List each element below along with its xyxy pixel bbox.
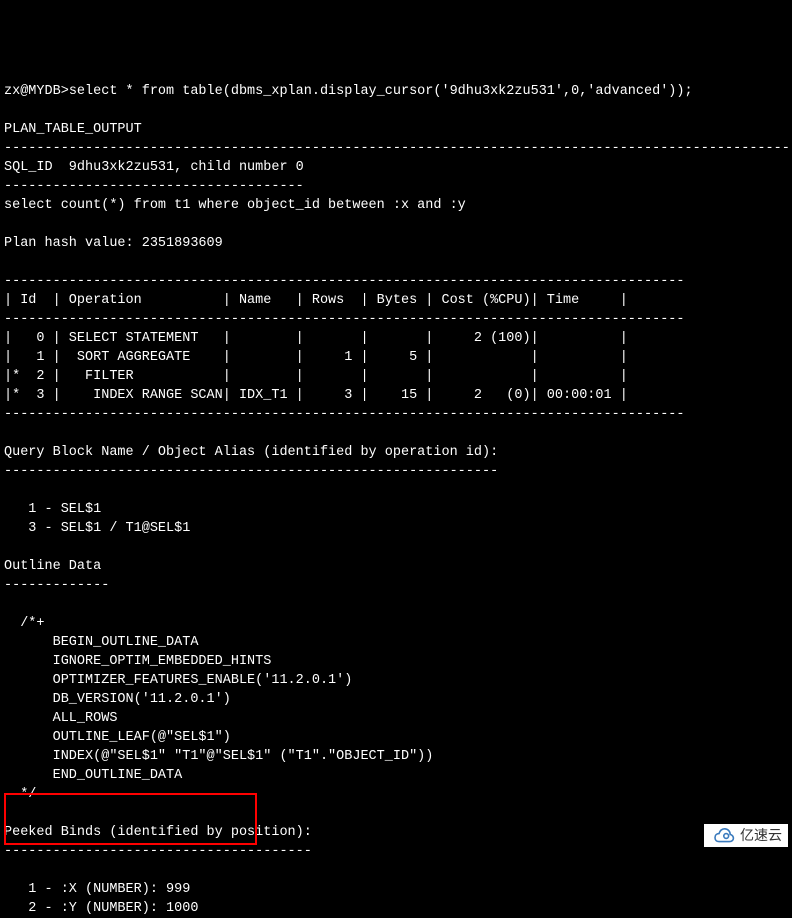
watermark-text: 亿速云 xyxy=(740,826,782,845)
outline-open: /*+ xyxy=(4,616,45,631)
sql-command[interactable]: select * from table(dbms_xplan.display_c… xyxy=(69,84,693,99)
divider: -------------------------------------- xyxy=(4,844,312,859)
outline-line: ALL_ROWS xyxy=(4,711,117,726)
outline-line: INDEX(@"SEL$1" "T1"@"SEL$1" ("T1"."OBJEC… xyxy=(4,749,433,764)
plan-header-row: | Id | Operation | Name | Rows | Bytes |… xyxy=(4,293,628,308)
query-text: select count(*) from t1 where object_id … xyxy=(4,198,466,213)
query-block-line: 3 - SEL$1 / T1@SEL$1 xyxy=(4,521,190,536)
query-block-header: Query Block Name / Object Alias (identif… xyxy=(4,445,498,460)
peeked-binds-header: Peeked Binds (identified by position): xyxy=(4,825,312,840)
plan-row: |* 3 | INDEX RANGE SCAN| IDX_T1 | 3 | 15… xyxy=(4,388,628,403)
peeked-bind-line: 1 - :X (NUMBER): 999 xyxy=(4,882,190,897)
plan-hash-value: Plan hash value: 2351893609 xyxy=(4,236,223,251)
outline-line: DB_VERSION('11.2.0.1') xyxy=(4,692,231,707)
query-block-line: 1 - SEL$1 xyxy=(4,502,101,517)
outline-line: IGNORE_OPTIM_EMBEDDED_HINTS xyxy=(4,654,271,669)
outline-line: OPTIMIZER_FEATURES_ENABLE('11.2.0.1') xyxy=(4,673,352,688)
outline-data-header: Outline Data xyxy=(4,559,101,574)
plan-row: | 1 | SORT AGGREGATE | | 1 | 5 | | | xyxy=(4,350,628,365)
plan-border: ----------------------------------------… xyxy=(4,312,685,327)
cloud-icon xyxy=(710,828,736,844)
sql-prompt: zx@MYDB> xyxy=(4,84,69,99)
outline-line: END_OUTLINE_DATA xyxy=(4,768,182,783)
plan-border: ----------------------------------------… xyxy=(4,407,685,422)
plan-border: ----------------------------------------… xyxy=(4,274,685,289)
plan-row: |* 2 | FILTER | | | | | | xyxy=(4,369,628,384)
outline-line: BEGIN_OUTLINE_DATA xyxy=(4,635,198,650)
outline-line: OUTLINE_LEAF(@"SEL$1") xyxy=(4,730,231,745)
sql-id-line: SQL_ID 9dhu3xk2zu531, child number 0 xyxy=(4,160,304,175)
outline-close: */ xyxy=(4,787,36,802)
divider: ------------- xyxy=(4,578,109,593)
divider: ----------------------------------------… xyxy=(4,464,498,479)
peeked-bind-line: 2 - :Y (NUMBER): 1000 xyxy=(4,901,198,916)
divider: ------------------------------------- xyxy=(4,179,304,194)
divider: ----------------------------------------… xyxy=(4,141,790,156)
plan-row: | 0 | SELECT STATEMENT | | | | 2 (100)| … xyxy=(4,331,628,346)
watermark: 亿速云 xyxy=(704,824,788,847)
plan-table-output-header: PLAN_TABLE_OUTPUT xyxy=(4,122,142,137)
